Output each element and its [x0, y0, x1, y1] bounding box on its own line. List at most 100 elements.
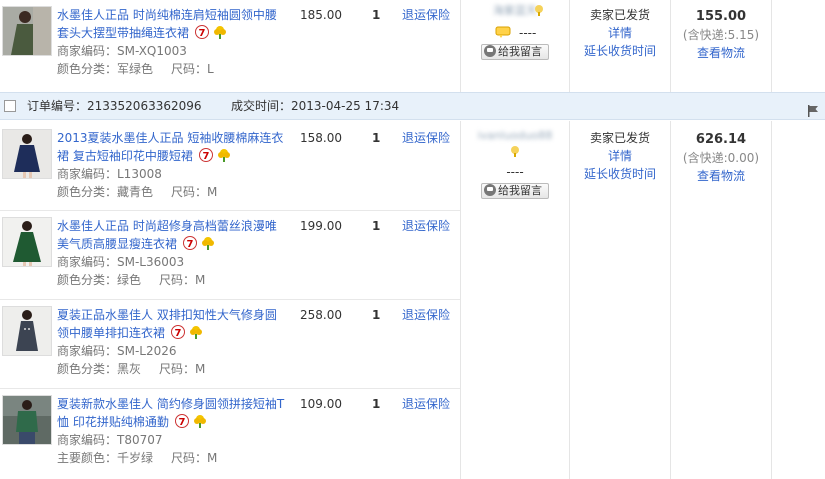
shipping-fee: (含快递:5.15) [682, 28, 760, 42]
product-title-link[interactable]: 夏装正品水墨佳人 双排扣知性大气修身圆领中腰单排扣连衣裙 7 [57, 306, 287, 342]
product-title-link[interactable]: 水墨佳人正品 时尚纯棉连肩短袖圆领中腰套头大摆型带抽绳连衣裙 7 [57, 6, 287, 42]
product-thumbnail[interactable] [2, 395, 52, 445]
order-detail-link[interactable]: 详情 [608, 149, 632, 163]
order-amount-cell: 155.00 (含快递:5.15) 查看物流 [671, 8, 771, 62]
product-title-link[interactable]: 夏装新款水墨佳人 简约修身圆领拼接短袖T恤 印花拼贴纯棉通勤 7 [57, 395, 287, 431]
order-item-row: 夏装正品水墨佳人 双排扣知性大气修身圆领中腰单排扣连衣裙 7 商家编码：SM-L2… [0, 300, 460, 388]
svg-text:7: 7 [175, 328, 182, 339]
wangwang-bubble-icon[interactable] [495, 26, 511, 38]
flower-badge-icon[interactable] [193, 414, 207, 428]
sku-color: 颜色分类：藏青色 [57, 185, 154, 199]
item-price: 158.00 [300, 131, 342, 145]
product-code: 商家编码：SM-XQ1003 [57, 44, 187, 58]
order-item-row: 水墨佳人正品 时尚超修身高档蕾丝浪漫唯美气质高腰显瘦连衣裙 7 商家编码：SM-L… [0, 211, 460, 299]
tmall-7-icon[interactable]: 7 [174, 414, 189, 428]
leave-message-button[interactable]: 给我留言 [481, 44, 549, 60]
leave-message-button[interactable]: 给我留言 [481, 183, 549, 199]
product-sku: 颜色分类：绿色 尺码：M [57, 271, 205, 289]
svg-text:7: 7 [199, 28, 206, 39]
product-thumbnail[interactable] [2, 306, 52, 356]
item-quantity: 1 [372, 219, 381, 233]
product-sku: 颜色分类：黑灰 尺码：M [57, 360, 205, 378]
sku-size: 尺码：M [171, 185, 218, 199]
order-total: 155.00 [695, 9, 747, 24]
order-block-2: 2013夏装水墨佳人正品 短袖收腰棉麻连衣裙 复古短袖印花中腰短裙 7 商家编码：… [0, 121, 825, 479]
tmall-7-icon[interactable]: 7 [183, 236, 198, 250]
leave-message-label: 给我留言 [498, 184, 542, 197]
sku-color: 颜色分类：军绿色 [57, 62, 154, 76]
view-logistics-link[interactable]: 查看物流 [697, 46, 745, 60]
item-price: 109.00 [300, 397, 342, 411]
item-quantity: 1 [372, 308, 381, 322]
flower-badge-icon[interactable] [189, 325, 203, 339]
product-title-text[interactable]: 水墨佳人正品 时尚纯棉连肩短袖圆领中腰套头大摆型带抽绳连衣裙 [57, 8, 277, 40]
return-insurance-link[interactable]: 退运保险 [402, 395, 450, 412]
item-quantity: 1 [372, 8, 381, 22]
order-status-cell: 卖家已发货 详情 延长收货时间 [570, 129, 670, 183]
flower-badge-icon[interactable] [217, 148, 231, 162]
extend-receipt-link[interactable]: 延长收货时间 [584, 44, 656, 58]
product-thumbnail[interactable] [2, 129, 52, 179]
product-title-text[interactable]: 夏装正品水墨佳人 双排扣知性大气修身圆领中腰单排扣连衣裙 [57, 308, 277, 340]
order-select-checkbox[interactable] [4, 100, 16, 112]
order-total: 626.14 [695, 132, 747, 147]
return-insurance-link[interactable]: 退运保险 [402, 217, 450, 234]
order-status: 卖家已发货 [589, 131, 650, 145]
product-title-link[interactable]: 2013夏装水墨佳人正品 短袖收腰棉麻连衣裙 复古短袖印花中腰短裙 7 [57, 129, 287, 165]
return-insurance-link[interactable]: 退运保险 [402, 129, 450, 146]
seller-badge-icon [533, 4, 545, 16]
order-number: 订单编号：213352063362096 [27, 99, 202, 113]
product-code: 商家编码：SM-L36003 [57, 255, 185, 269]
message-icon [484, 45, 496, 57]
product-title-text[interactable]: 夏装新款水墨佳人 简约修身圆领拼接短袖T恤 印花拼贴纯棉通勤 [57, 397, 284, 429]
product-sku: 颜色分类：军绿色 尺码：L [57, 60, 214, 78]
sku-color: 颜色分类：绿色 [57, 273, 142, 287]
seller-name[interactable]: ivanluoduo88 [470, 129, 560, 143]
tmall-7-icon[interactable]: 7 [171, 325, 186, 339]
sku-size: 尺码：M [159, 362, 206, 376]
product-title-text[interactable]: 2013夏装水墨佳人正品 短袖收腰棉麻连衣裙 复古短袖印花中腰短裙 [57, 131, 283, 163]
product-sku: 主要颜色：千岁绿 尺码：M [57, 449, 217, 467]
leave-message-label: 给我留言 [498, 45, 542, 58]
message-icon [484, 184, 496, 196]
item-price: 185.00 [300, 8, 342, 22]
flower-badge-icon[interactable] [201, 236, 215, 250]
seller-badge-icon [509, 145, 521, 157]
divider [771, 121, 772, 479]
product-thumbnail[interactable] [2, 6, 52, 56]
order-time: 成交时间：2013-04-25 17:34 [231, 99, 400, 113]
tmall-7-icon[interactable]: 7 [195, 25, 210, 39]
sku-size: 尺码：M [159, 273, 206, 287]
order-status-cell: 卖家已发货 详情 延长收货时间 [570, 6, 670, 60]
product-title-link[interactable]: 水墨佳人正品 时尚超修身高档蕾丝浪漫唯美气质高腰显瘦连衣裙 7 [57, 217, 287, 253]
order-detail-link[interactable]: 详情 [608, 26, 632, 40]
view-logistics-link[interactable]: 查看物流 [697, 169, 745, 183]
item-quantity: 1 [372, 397, 381, 411]
sku-size: 尺码：M [171, 451, 218, 465]
return-insurance-link[interactable]: 退运保险 [402, 6, 450, 23]
product-code: 商家编码：SM-L2026 [57, 344, 177, 358]
order-item-row: 2013夏装水墨佳人正品 短袖收腰棉麻连衣裙 复古短袖印花中腰短裙 7 商家编码：… [0, 121, 460, 210]
order-item-row: 夏装新款水墨佳人 简约修身圆领拼接短袖T恤 印花拼贴纯棉通勤 7 商家编码：T80… [0, 389, 460, 479]
item-price: 199.00 [300, 219, 342, 233]
sku-size: 尺码：L [171, 62, 214, 76]
sku-color: 颜色分类：黑灰 [57, 362, 142, 376]
flower-badge-icon[interactable] [213, 25, 227, 39]
order-header-bar: 订单编号：213352063362096 成交时间：2013-04-25 17:… [0, 92, 825, 120]
sku-color: 主要颜色：千岁绿 [57, 451, 154, 465]
flag-icon[interactable] [807, 100, 819, 117]
order-amount-cell: 626.14 (含快递:0.00) 查看物流 [671, 131, 771, 185]
product-title-text[interactable]: 水墨佳人正品 时尚超修身高档蕾丝浪漫唯美气质高腰显瘦连衣裙 [57, 219, 277, 251]
seller-cell: 海紫蓝天 ---- 给我留言 [461, 4, 569, 60]
tmall-7-icon[interactable]: 7 [198, 148, 213, 162]
order-item-row: 水墨佳人正品 时尚纯棉连肩短袖圆领中腰套头大摆型带抽绳连衣裙 7 商家编码：SM-… [0, 0, 460, 92]
product-thumbnail[interactable] [2, 217, 52, 267]
shipping-fee: (含快递:0.00) [682, 151, 760, 165]
product-code: 商家编码：T80707 [57, 433, 163, 447]
return-insurance-link[interactable]: 退运保险 [402, 306, 450, 323]
svg-text:7: 7 [178, 417, 185, 428]
extend-receipt-link[interactable]: 延长收货时间 [584, 167, 656, 181]
seller-status-dash: ---- [506, 165, 524, 179]
order-block-1: 水墨佳人正品 时尚纯棉连肩短袖圆领中腰套头大摆型带抽绳连衣裙 7 商家编码：SM-… [0, 0, 825, 92]
product-sku: 颜色分类：藏青色 尺码：M [57, 183, 217, 201]
